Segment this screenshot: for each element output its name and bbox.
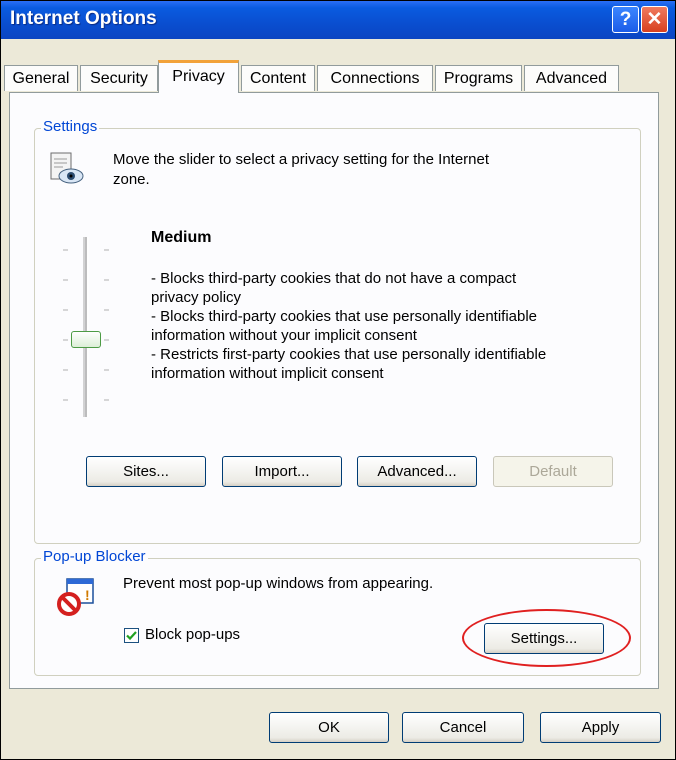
popup-blocker-legend: Pop-up Blocker: [41, 548, 148, 565]
popup-description: Prevent most pop-up windows from appeari…: [123, 575, 434, 592]
tab-privacy[interactable]: Privacy: [158, 60, 239, 93]
apply-button[interactable]: Apply: [540, 712, 661, 743]
block-popups-checkbox[interactable]: [124, 628, 139, 643]
level-description-line-3: - Blocks third-party cookies that use pe…: [151, 308, 538, 325]
ok-button[interactable]: OK: [269, 712, 389, 743]
annotation-highlight-ring: [462, 609, 631, 667]
import-button[interactable]: Import...: [222, 456, 342, 487]
advanced-button[interactable]: Advanced...: [357, 456, 477, 487]
sites-button[interactable]: Sites...: [86, 456, 206, 487]
tab-programs[interactable]: Programs: [435, 65, 522, 91]
tab-content[interactable]: Content: [241, 65, 315, 91]
level-description-line-4: information without your implicit consen…: [151, 327, 417, 344]
settings-group: Settings Move the slider to select a pri…: [34, 118, 641, 544]
privacy-tab-panel: Settings Move the slider to select a pri…: [9, 92, 659, 689]
privacy-slider[interactable]: [57, 237, 117, 422]
level-description-line-2: privacy policy: [151, 289, 242, 306]
title-bar[interactable]: Internet Options ? ✕: [1, 1, 675, 39]
level-description-line-5: - Restricts first-party cookies that use…: [151, 346, 547, 363]
popup-blocker-icon: !: [57, 577, 97, 617]
level-description-line-6: information without implicit consent: [151, 365, 384, 382]
internet-options-window: Internet Options ? ✕ General Security Pr…: [0, 0, 676, 760]
help-button[interactable]: ?: [612, 6, 639, 33]
cancel-button[interactable]: Cancel: [402, 712, 524, 743]
default-button[interactable]: Default: [493, 456, 613, 487]
tab-connections[interactable]: Connections: [317, 65, 433, 91]
block-popups-label: Block pop-ups: [145, 626, 241, 643]
close-button[interactable]: ✕: [641, 6, 668, 33]
level-description-line-1: - Blocks third-party cookies that do not…: [151, 270, 517, 287]
settings-legend: Settings: [41, 118, 100, 135]
settings-description-line-1: Move the slider to select a privacy sett…: [113, 151, 490, 168]
tab-general[interactable]: General: [4, 65, 78, 91]
svg-text:!: !: [85, 587, 90, 603]
settings-description-line-2: zone.: [113, 171, 150, 188]
popup-blocker-group: Pop-up Blocker ! Prevent most pop-up win…: [34, 548, 641, 676]
privacy-eye-icon: [48, 151, 86, 187]
window-title: Internet Options: [10, 8, 157, 29]
privacy-level-title: Medium: [151, 229, 212, 246]
slider-thumb[interactable]: [71, 331, 101, 348]
tab-advanced[interactable]: Advanced: [524, 65, 619, 91]
tab-security[interactable]: Security: [80, 65, 158, 91]
